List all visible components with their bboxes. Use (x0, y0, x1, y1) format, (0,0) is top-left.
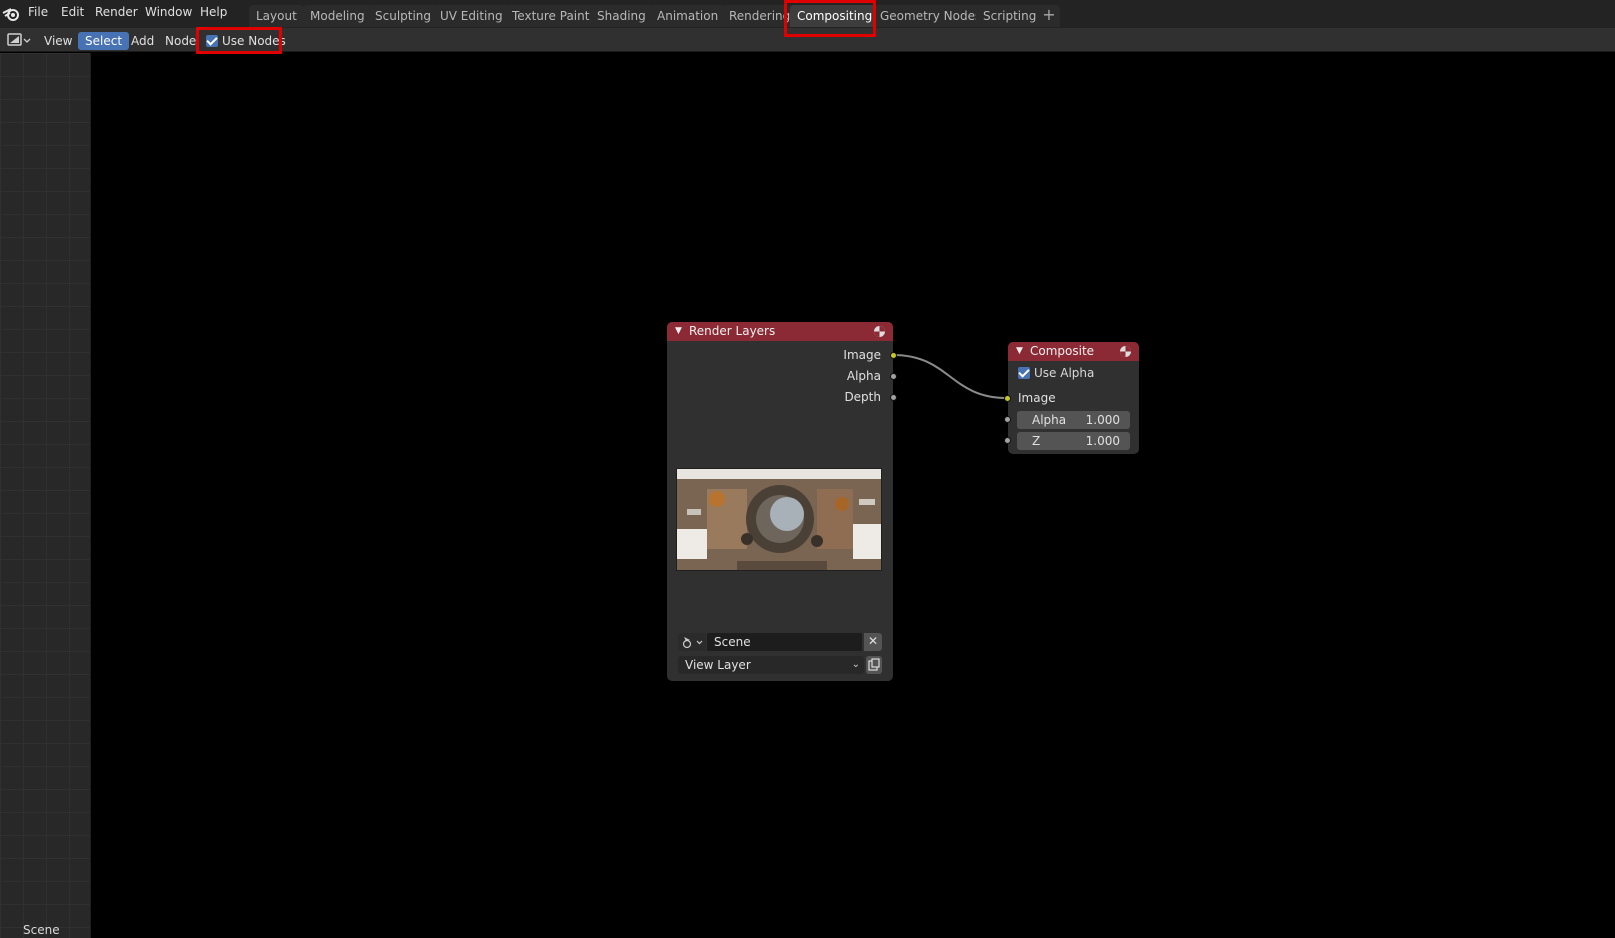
tab-geometry-nodes[interactable]: Geometry Nodes (873, 5, 989, 27)
tab-uv-editing[interactable]: UV Editing (433, 5, 510, 27)
use-alpha-label: Use Alpha (1034, 366, 1095, 380)
input-image-socket[interactable] (1004, 395, 1011, 402)
chevron-down-icon: ⌄ (851, 659, 860, 670)
tab-compositing[interactable]: Compositing (790, 5, 880, 27)
view-layer-label: View Layer (685, 658, 751, 672)
input-z-socket[interactable] (1004, 437, 1011, 444)
collapse-triangle-icon[interactable]: ▼ (1016, 346, 1023, 356)
input-alpha-socket[interactable] (1004, 416, 1011, 423)
use-alpha-checkbox[interactable] (1018, 367, 1030, 379)
output-image-label: Image (843, 348, 881, 362)
tab-animation[interactable]: Animation (650, 5, 726, 27)
header-add-menu[interactable]: Add (124, 32, 161, 50)
top-bar: File Edit Render Window Help Layout Mode… (0, 0, 1615, 28)
render-layers-node[interactable]: ▼ Render Layers Image Alpha Depth Scene … (667, 322, 897, 681)
output-image-socket[interactable] (890, 352, 897, 359)
composite-title: Composite (1030, 344, 1095, 358)
tab-modeling[interactable]: Modeling (303, 5, 372, 27)
render-layers-node-header[interactable]: ▼ Render Layers (667, 322, 893, 341)
alpha-field-value: 1.000 (1085, 413, 1120, 427)
copy-icon (868, 658, 880, 671)
output-alpha-socket[interactable] (890, 373, 897, 380)
alpha-field-label: Alpha (1032, 413, 1067, 427)
header-select-menu[interactable]: Select (78, 32, 130, 50)
view-layer-dropdown[interactable]: View Layer ⌄ (678, 656, 864, 674)
z-field-label: Z (1032, 434, 1041, 448)
input-image-label: Image (1018, 391, 1056, 405)
tab-scripting[interactable]: Scripting (976, 5, 1044, 27)
use-alpha-toggle[interactable]: Use Alpha (1018, 366, 1094, 380)
menu-render[interactable]: Render (95, 5, 138, 19)
composite-node[interactable]: ▼ Composite Use Alpha Image Alpha 1.000 … (1004, 342, 1139, 454)
menu-window[interactable]: Window (145, 5, 192, 19)
header-node-menu[interactable]: Node (158, 32, 203, 50)
tab-layout[interactable]: Layout (249, 5, 304, 27)
menu-edit[interactable]: Edit (61, 5, 84, 19)
node-editor-header: View Select Add Node Use Nodes (0, 28, 1615, 52)
use-nodes-toggle[interactable]: Use Nodes (199, 32, 293, 50)
blender-logo-icon[interactable] (2, 6, 20, 22)
tab-sculpting[interactable]: Sculpting (368, 5, 439, 27)
output-depth-label: Depth (844, 390, 881, 404)
tab-rendering[interactable]: Rendering (722, 5, 798, 27)
scene-name-field[interactable]: Scene (707, 633, 862, 651)
editor-type-icon[interactable] (4, 31, 32, 49)
use-nodes-checkbox[interactable] (206, 35, 218, 47)
render-globe-icon (1120, 346, 1131, 357)
render-preview-image (676, 468, 882, 571)
render-globe-icon (874, 326, 885, 337)
alpha-value-field[interactable]: Alpha 1.000 (1017, 411, 1130, 429)
collapse-triangle-icon[interactable]: ▼ (675, 326, 682, 336)
z-field-value: 1.000 (1085, 434, 1120, 448)
add-workspace-button[interactable]: + (1038, 5, 1060, 27)
header-view-menu[interactable]: View (37, 32, 79, 50)
left-sidebar-panel (0, 53, 91, 938)
z-value-field[interactable]: Z 1.000 (1017, 432, 1130, 450)
menu-help[interactable]: Help (200, 5, 227, 19)
composite-node-header[interactable]: ▼ Composite (1008, 342, 1139, 361)
menu-file[interactable]: File (28, 5, 48, 19)
scene-browse-button[interactable] (678, 633, 706, 651)
image-link-wire (892, 354, 1008, 399)
tab-shading[interactable]: Shading (590, 5, 653, 27)
render-layers-title: Render Layers (689, 324, 776, 338)
output-alpha-label: Alpha (846, 369, 881, 383)
scene-icon (682, 637, 703, 649)
view-layer-copy-button[interactable] (866, 656, 882, 674)
scene-clear-button[interactable]: ✕ (864, 633, 882, 651)
scene-label: Scene (23, 923, 60, 937)
output-depth-socket[interactable] (890, 394, 897, 401)
tab-texture-paint[interactable]: Texture Paint (505, 5, 597, 27)
use-nodes-label: Use Nodes (222, 34, 286, 48)
